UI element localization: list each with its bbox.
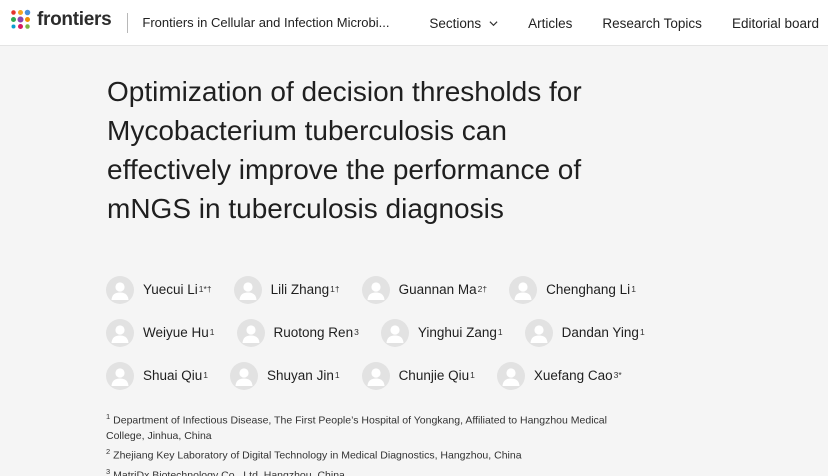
author-item[interactable]: Shuyan Jin 1 (230, 361, 340, 390)
logo-dot (18, 9, 23, 15)
author-name: Shuyan Jin (267, 368, 334, 383)
author-name: Ruotong Ren (273, 325, 354, 340)
author-affiliation-marker: 1 (639, 326, 645, 337)
chevron-down-icon (489, 20, 498, 26)
nav-editorial-board-label: Editorial board (731, 15, 819, 31)
affiliation-line: 3 MatriDx Biotechnology Co., Ltd, Hangzho… (106, 464, 666, 476)
author-name: Lili Zhang (270, 282, 330, 297)
logo-dot (25, 23, 30, 29)
author-name: Xuefang Cao (533, 368, 613, 383)
author-affiliation-marker: 1 (631, 283, 636, 294)
author-item[interactable]: Yinghui Zang 1 (380, 318, 503, 347)
author-list: Yuecui Li 1*† Lili Zhang 1† Guannan Ma 2† Chen… (106, 268, 666, 397)
user-avatar-icon (230, 361, 259, 390)
author-affiliation-marker: 1 (334, 369, 340, 380)
author-row: Weiyue Hu 1 Ruotong Ren 3 Yinghui Zang 1 Danda… (106, 311, 666, 354)
author-name: Yuecui Li (143, 282, 198, 297)
main-nav: Sections Articles Research Topics Editor… (399, 0, 828, 46)
title-line: Mycobacterium tuberculosis can (107, 115, 507, 146)
user-avatar-icon (496, 361, 525, 390)
user-avatar-icon (361, 275, 390, 304)
affiliation-text: MatriDx Biotechnology Co., Ltd, Hangzhou… (113, 469, 345, 476)
author-name: Yinghui Zang (417, 325, 497, 340)
author-affiliation-marker: 1*† (198, 283, 212, 294)
author-row: Shuai Qiu 1 Shuyan Jin 1 Chunjie Qiu 1 Xuefang… (106, 354, 666, 397)
journal-name-link[interactable]: Frontiers in Cellular and Infection Micr… (142, 15, 389, 30)
nav-sections-label: Sections (429, 15, 482, 31)
logo-text: frontiers (37, 8, 112, 30)
logo-dot (24, 9, 31, 15)
user-avatar-icon (361, 361, 390, 390)
top-navigation-bar: frontiers Frontiers in Cellular and Infe… (0, 0, 828, 46)
nav-editorial-board[interactable]: Editorial board (732, 16, 819, 31)
affiliation-number: 1 (106, 412, 111, 421)
author-affiliation-marker: 1† (330, 283, 340, 294)
logo-dot (18, 23, 23, 29)
author-name: Dandan Ying (561, 325, 639, 340)
author-name: Chunjie Qiu (398, 368, 470, 383)
title-line: Optimization of decision thresholds for (107, 76, 582, 107)
frontiers-logo-icon (11, 9, 33, 32)
author-item[interactable]: Chunjie Qiu 1 (361, 361, 475, 390)
logo-dot (11, 16, 16, 22)
author-affiliation-marker: 1 (497, 326, 503, 337)
affiliation-number: 3 (106, 466, 111, 476)
affiliation-list: 1 Department of Infectious Disease, The F… (106, 409, 666, 476)
affiliation-line: 2 Zhejiang Key Laboratory of Digital Tech… (106, 444, 666, 464)
user-avatar-icon (524, 318, 553, 347)
title-line: effectively improve the performance of (107, 154, 582, 185)
author-item[interactable]: Xuefang Cao 3* (496, 361, 622, 390)
title-line: mNGS in tuberculosis diagnosis (107, 193, 504, 224)
user-avatar-icon (106, 318, 134, 347)
user-avatar-icon (233, 275, 262, 304)
header-divider (127, 12, 129, 33)
article-title: Optimization of decision thresholds for … (107, 72, 667, 228)
nav-research-topics[interactable]: Research Topics (602, 16, 702, 31)
author-item[interactable]: Dandan Ying 1 (524, 318, 645, 347)
nav-research-topics-label: Research Topics (602, 15, 702, 31)
author-name: Shuai Qiu (143, 368, 203, 383)
author-item[interactable]: Chenghang Li 1 (509, 275, 636, 304)
logo-dot (25, 16, 30, 22)
user-avatar-icon (236, 318, 265, 347)
nav-articles-label: Articles (528, 15, 573, 31)
author-name: Chenghang Li (546, 282, 631, 297)
affiliation-line: College, Jinhua, China (106, 429, 666, 444)
author-affiliation-marker: 2† (477, 283, 488, 294)
affiliation-text: College, Jinhua, China (106, 429, 212, 442)
frontiers-logo[interactable]: frontiers (11, 0, 112, 46)
user-avatar-icon (106, 361, 134, 390)
author-item[interactable]: Guannan Ma 2† (361, 275, 488, 304)
logo-dot (11, 24, 16, 28)
nav-articles[interactable]: Articles (528, 16, 572, 31)
author-item[interactable]: Shuai Qiu 1 (106, 361, 209, 390)
affiliation-line: 1 Department of Infectious Disease, The F… (106, 409, 666, 429)
logo-dot (17, 16, 24, 22)
affiliation-text: Zhejiang Key Laboratory of Digital Techn… (113, 449, 522, 462)
author-name: Guannan Ma (398, 282, 477, 297)
author-row: Yuecui Li 1*† Lili Zhang 1† Guannan Ma 2† Chen… (106, 268, 666, 311)
author-affiliation-marker: 1 (470, 369, 475, 380)
author-name: Weiyue Hu (143, 325, 209, 340)
author-affiliation-marker: 3 (354, 326, 359, 337)
author-affiliation-marker: 1 (209, 326, 215, 337)
logo-dot (11, 9, 16, 15)
user-avatar-icon (509, 275, 538, 304)
affiliation-text: Department of Infectious Disease, The Fi… (113, 414, 607, 427)
user-avatar-icon (380, 318, 409, 347)
author-item[interactable]: Yuecui Li 1*† (106, 275, 212, 304)
user-avatar-icon (106, 275, 134, 304)
author-affiliation-marker: 1 (203, 369, 209, 380)
author-item[interactable]: Ruotong Ren 3 (236, 318, 359, 347)
author-item[interactable]: Lili Zhang 1† (233, 275, 340, 304)
affiliation-number: 2 (106, 446, 111, 456)
author-item[interactable]: Weiyue Hu 1 (106, 318, 215, 347)
author-affiliation-marker: 3* (613, 369, 622, 380)
nav-sections[interactable]: Sections (429, 16, 498, 31)
